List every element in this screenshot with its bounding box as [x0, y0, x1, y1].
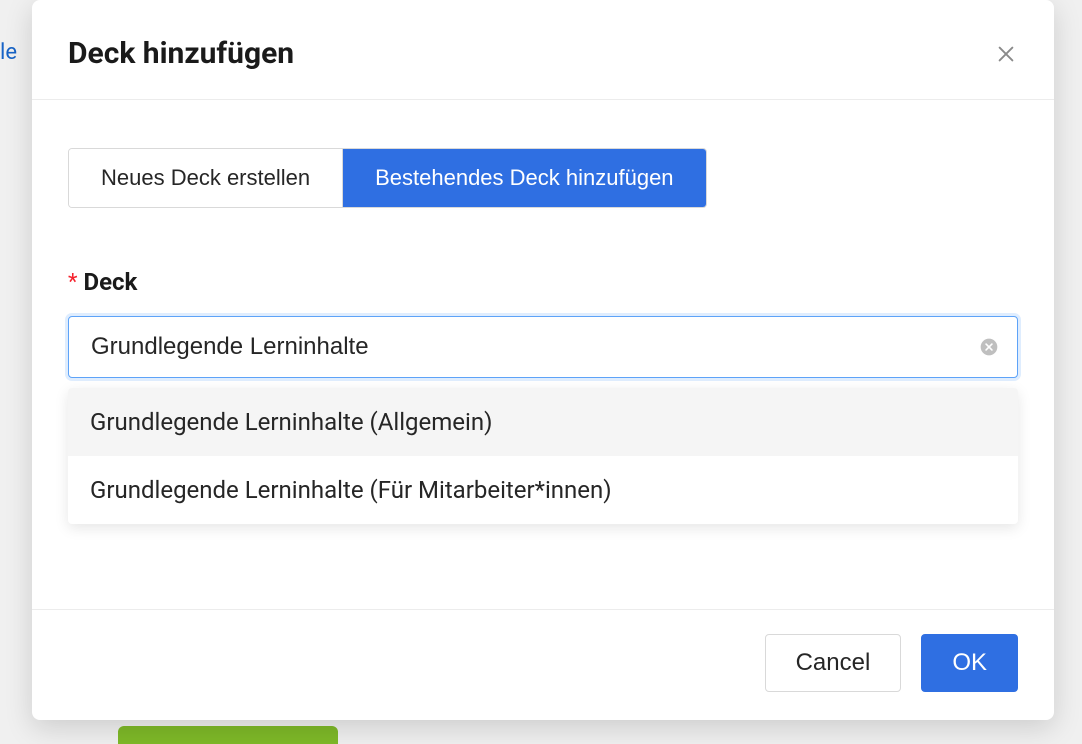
- deck-search-input[interactable]: [91, 333, 969, 361]
- add-deck-modal: Deck hinzufügen Neues Deck erstellen Bes…: [32, 0, 1054, 720]
- deck-field: * Deck Grundlegende Lerninhalte (Allgeme…: [68, 268, 1018, 524]
- modal-body: Neues Deck erstellen Bestehendes Deck hi…: [32, 100, 1054, 609]
- modal-footer: Cancel OK: [32, 609, 1054, 720]
- tab-group: Neues Deck erstellen Bestehendes Deck hi…: [68, 148, 707, 208]
- backdrop-green-button: [118, 726, 338, 744]
- field-label: Deck: [83, 268, 137, 296]
- dropdown-option[interactable]: Grundlegende Lerninhalte (Für Mitarbeite…: [68, 456, 1018, 524]
- dropdown-option[interactable]: Grundlegende Lerninhalte (Allgemein): [68, 388, 1018, 456]
- deck-select-input-wrap[interactable]: [68, 316, 1018, 378]
- tab-add-existing-deck[interactable]: Bestehendes Deck hinzufügen: [343, 149, 705, 207]
- required-asterisk: *: [68, 270, 77, 295]
- modal-header: Deck hinzufügen: [32, 0, 1054, 100]
- field-label-row: * Deck: [68, 268, 1018, 296]
- close-icon[interactable]: [994, 42, 1018, 66]
- cancel-button[interactable]: Cancel: [765, 634, 902, 692]
- clear-icon[interactable]: [979, 337, 999, 357]
- ok-button[interactable]: OK: [921, 634, 1018, 692]
- backdrop-text-fragment: le: [0, 40, 17, 65]
- tab-create-new-deck[interactable]: Neues Deck erstellen: [69, 149, 343, 207]
- modal-title: Deck hinzufügen: [68, 36, 294, 71]
- deck-options-dropdown: Grundlegende Lerninhalte (Allgemein) Gru…: [68, 388, 1018, 524]
